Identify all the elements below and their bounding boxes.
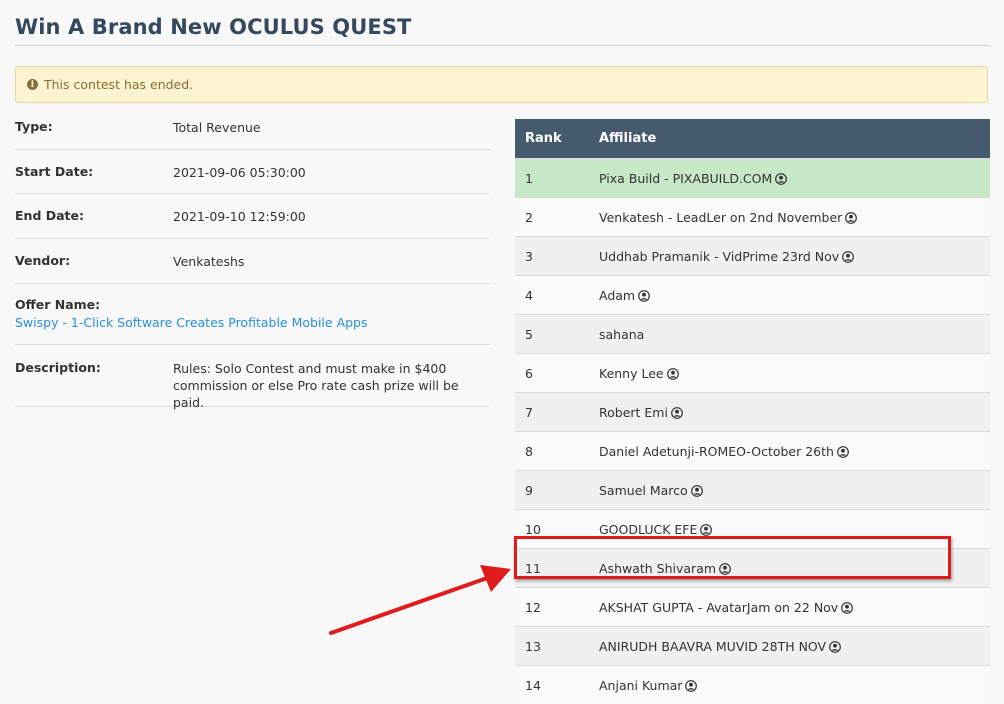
user-circle-icon[interactable] (700, 524, 712, 536)
user-circle-icon[interactable] (845, 212, 857, 224)
start-date-value: 2021-09-06 05:30:00 (173, 164, 306, 181)
detail-row-offer: Offer Name: Swispy - 1-Click Software Cr… (15, 284, 490, 345)
affiliate-name: Daniel Adetunji-ROMEO-October 26th (599, 444, 834, 459)
affiliate-name: AKSHAT GUPTA - AvatarJam on 22 Nov (599, 600, 838, 615)
affiliate-name: GOODLUCK EFE (599, 522, 697, 537)
user-circle-icon[interactable] (841, 602, 853, 614)
rank-cell: 1 (515, 159, 599, 198)
rank-cell: 3 (515, 237, 599, 276)
affiliate-cell: sahana (599, 315, 990, 354)
detail-row-description: Description: Rules: Solo Contest and mus… (15, 345, 490, 407)
user-circle-icon[interactable] (842, 251, 854, 263)
leaderboard-row: 8Daniel Adetunji-ROMEO-October 26th (515, 432, 990, 471)
affiliate-cell: Robert Emi (599, 393, 990, 432)
end-date-label: End Date: (15, 208, 84, 223)
user-circle-icon[interactable] (671, 407, 683, 419)
detail-row-start-date: Start Date: 2021-09-06 05:30:00 (15, 150, 490, 194)
leaderboard-body: 1Pixa Build - PIXABUILD.COM2Venkatesh - … (515, 159, 990, 704)
affiliate-name: Samuel Marco (599, 483, 688, 498)
affiliate-name: Uddhab Pramanik - VidPrime 23rd Nov (599, 249, 839, 264)
start-date-label: Start Date: (15, 164, 93, 179)
user-circle-icon[interactable] (829, 641, 841, 653)
affiliate-name: Kenny Lee (599, 366, 664, 381)
affiliate-cell: Venkatesh - LeadLer on 2nd November (599, 198, 990, 237)
detail-row-end-date: End Date: 2021-09-10 12:59:00 (15, 194, 490, 239)
affiliate-name: Venkatesh - LeadLer on 2nd November (599, 210, 842, 225)
affiliate-cell: AKSHAT GUPTA - AvatarJam on 22 Nov (599, 588, 990, 627)
rank-cell: 8 (515, 432, 599, 471)
leaderboard-header-row: Rank Affiliate (515, 119, 990, 159)
contest-details: Type: Total Revenue Start Date: 2021-09-… (15, 105, 490, 407)
description-value: Rules: Solo Contest and must make in $40… (173, 360, 483, 411)
leaderboard-row: 4Adam (515, 276, 990, 315)
leaderboard-row: 9Samuel Marco (515, 471, 990, 510)
affiliate-name: Anjani Kumar (599, 678, 682, 693)
arrow-shaft (331, 577, 490, 633)
rank-cell: 14 (515, 666, 599, 704)
end-date-value: 2021-09-10 12:59:00 (173, 208, 306, 225)
rank-cell: 6 (515, 354, 599, 393)
info-icon: i (27, 79, 38, 90)
rank-cell: 9 (515, 471, 599, 510)
affiliate-name: ANIRUDH BAAVRA MUVID 28TH NOV (599, 639, 826, 654)
affiliate-cell: Anjani Kumar (599, 666, 990, 704)
description-label: Description: (15, 360, 101, 375)
page-title: Win A Brand New OCULUS QUEST (15, 15, 411, 39)
contest-ended-alert: i This contest has ended. (15, 66, 988, 103)
title-divider (15, 45, 990, 46)
leaderboard-row: 6Kenny Lee (515, 354, 990, 393)
leaderboard-row: 12AKSHAT GUPTA - AvatarJam on 22 Nov (515, 588, 990, 627)
red-arrow-annotation (325, 560, 525, 640)
rank-cell: 7 (515, 393, 599, 432)
rank-cell: 2 (515, 198, 599, 237)
rank-column-header: Rank (515, 119, 599, 159)
affiliate-cell: Daniel Adetunji-ROMEO-October 26th (599, 432, 990, 471)
detail-row-vendor: Vendor: Venkateshs (15, 239, 490, 284)
vendor-label: Vendor: (15, 253, 70, 268)
rank-cell: 5 (515, 315, 599, 354)
leaderboard-row: 3Uddhab Pramanik - VidPrime 23rd Nov (515, 237, 990, 276)
affiliate-cell: Pixa Build - PIXABUILD.COM (599, 159, 990, 198)
leaderboard-row: 2Venkatesh - LeadLer on 2nd November (515, 198, 990, 237)
affiliate-name: Pixa Build - PIXABUILD.COM (599, 171, 772, 186)
affiliate-name: Adam (599, 288, 635, 303)
highlight-annotation-box (514, 536, 951, 579)
affiliate-cell: ANIRUDH BAAVRA MUVID 28TH NOV (599, 627, 990, 666)
leaderboard-row: 13ANIRUDH BAAVRA MUVID 28TH NOV (515, 627, 990, 666)
leaderboard-row: 7Robert Emi (515, 393, 990, 432)
affiliate-cell: Adam (599, 276, 990, 315)
user-circle-icon[interactable] (638, 290, 650, 302)
user-circle-icon[interactable] (691, 485, 703, 497)
affiliate-column-header: Affiliate (599, 119, 990, 159)
offer-name-label: Offer Name: (15, 297, 100, 312)
alert-text: This contest has ended. (44, 77, 193, 92)
user-circle-icon[interactable] (667, 368, 679, 380)
affiliate-name: Robert Emi (599, 405, 668, 420)
vendor-link[interactable]: Venkateshs (173, 253, 244, 270)
affiliate-cell: Kenny Lee (599, 354, 990, 393)
leaderboard-row: 5sahana (515, 315, 990, 354)
rank-cell: 4 (515, 276, 599, 315)
affiliate-name: sahana (599, 327, 644, 342)
affiliate-cell: Uddhab Pramanik - VidPrime 23rd Nov (599, 237, 990, 276)
offer-name-link[interactable]: Swispy - 1-Click Software Creates Profit… (15, 315, 368, 330)
user-circle-icon[interactable] (685, 680, 697, 692)
type-label: Type: (15, 119, 53, 134)
rank-cell: 12 (515, 588, 599, 627)
type-value: Total Revenue (173, 119, 261, 136)
rank-cell: 13 (515, 627, 599, 666)
detail-row-type: Type: Total Revenue (15, 105, 490, 150)
affiliate-cell: Samuel Marco (599, 471, 990, 510)
leaderboard-table: Rank Affiliate 1Pixa Build - PIXABUILD.C… (515, 119, 990, 704)
leaderboard-row: 14Anjani Kumar (515, 666, 990, 704)
user-circle-icon[interactable] (837, 446, 849, 458)
user-circle-icon[interactable] (775, 173, 787, 185)
leaderboard-row: 1Pixa Build - PIXABUILD.COM (515, 159, 990, 198)
